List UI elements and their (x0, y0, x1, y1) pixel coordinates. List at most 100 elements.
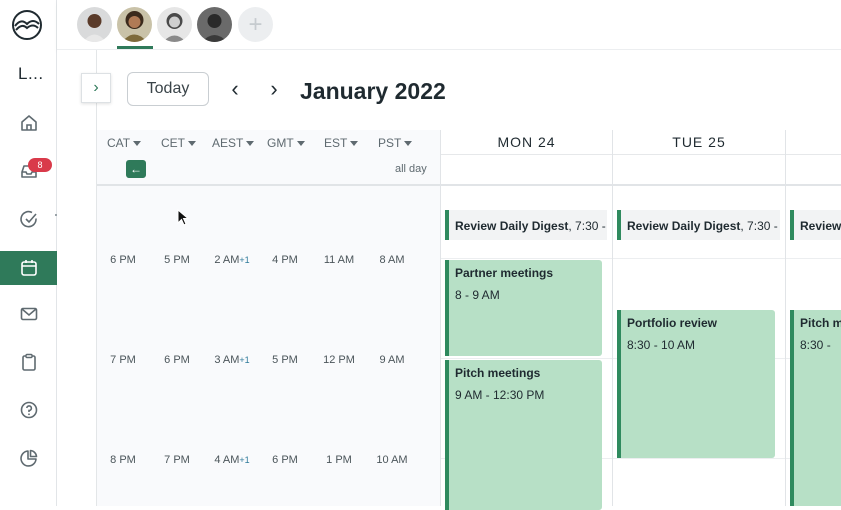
selected-avatar-indicator (117, 46, 153, 49)
event-time: , 7:30 - (568, 219, 606, 233)
collapsed-panel (57, 50, 97, 506)
event-title: Pitch meetings (455, 366, 541, 380)
event-pitch-meetings[interactable]: Pitch meetings 9 AM - 12:30 PM (445, 360, 602, 510)
expand-panel-button[interactable]: › (81, 73, 111, 103)
sidebar-item-help[interactable] (0, 393, 57, 427)
mouse-cursor-icon (177, 209, 190, 226)
event-review-daily-digest[interactable]: Review (790, 210, 841, 240)
avatar[interactable] (77, 7, 112, 42)
chevron-left-icon: ‹ (231, 76, 239, 101)
chevron-right-icon: › (270, 76, 278, 101)
calendar-view: › Today ‹ › January 2022 CAT CET AEST GM… (57, 50, 841, 510)
user-avatar-icon (157, 7, 192, 42)
day-header[interactable]: MON 24 (441, 134, 612, 150)
tz-time: 5 PM (164, 254, 190, 266)
timezone-panel: CAT CET AEST GMT EST PST ← all day 6 PM … (97, 130, 440, 506)
day-column-wed[interactable]: Review Pitch m 8:30 - (785, 130, 841, 506)
tz-header-label: GMT (267, 136, 294, 150)
plus-icon: + (248, 10, 263, 38)
tz-time: 4 AM+1 (202, 454, 262, 466)
month-title: January 2022 (300, 78, 446, 104)
tz-header-label: EST (324, 136, 348, 150)
tz-time: 5 PM (272, 354, 298, 366)
next-day-marker: +1 (239, 455, 250, 465)
tz-header-label: AEST (212, 136, 244, 150)
sidebar-item-clipboard[interactable] (0, 345, 57, 379)
event-time: 8:30 - (800, 338, 831, 352)
avatar[interactable] (157, 7, 192, 42)
event-portfolio-review[interactable]: Portfolio review 8:30 - 10 AM (617, 310, 775, 458)
tz-time-value: 4 AM (214, 454, 240, 466)
tz-time: 12 PM (323, 354, 355, 366)
event-time: , 7:30 - (740, 219, 778, 233)
caret-down-icon (404, 140, 413, 146)
today-button[interactable]: Today (127, 72, 209, 106)
hour-line (613, 458, 785, 459)
topbar: + (57, 0, 841, 50)
tz-time: 2 AM+1 (202, 254, 262, 266)
event-time: 9 AM - 12:30 PM (455, 388, 545, 402)
day-column-tue[interactable]: TUE 25 Review Daily Digest, 7:30 - Portf… (612, 130, 785, 506)
tz-header-cet[interactable]: CET (161, 136, 196, 150)
sidebar-item-inbox[interactable]: 8 (0, 154, 57, 188)
inbox-badge: 8 (28, 158, 52, 172)
tz-header-label: CAT (107, 136, 131, 150)
chevron-right-icon: › (93, 79, 99, 96)
divider (441, 184, 612, 186)
event-review-daily-digest[interactable]: Review Daily Digest, 7:30 - (617, 210, 780, 240)
day-header[interactable]: TUE 25 (613, 134, 785, 150)
collapse-timezones-button[interactable]: ← (126, 160, 146, 178)
event-time: 8:30 - 10 AM (627, 338, 696, 352)
sidebar: L... 8 (0, 0, 58, 506)
tz-time: 8 AM (379, 254, 405, 266)
hour-line (441, 358, 612, 359)
tz-header-pst[interactable]: PST (378, 136, 413, 150)
clipboard-icon (21, 353, 36, 371)
add-teammate-button[interactable]: + (238, 7, 273, 42)
workspace-name[interactable]: L... (18, 64, 44, 84)
tz-time: 7 PM (110, 354, 136, 366)
arrow-left-icon: ← (130, 162, 142, 176)
event-review-daily-digest[interactable]: Review Daily Digest, 7:30 - (445, 210, 607, 240)
sidebar-item-home[interactable] (0, 106, 57, 140)
divider (613, 184, 785, 186)
help-icon (20, 401, 37, 419)
all-day-cell[interactable] (441, 154, 612, 184)
tz-header-cat[interactable]: CAT (107, 136, 142, 150)
tz-time: 6 PM (164, 354, 190, 366)
day-column-mon[interactable]: MON 24 Review Daily Digest, 7:30 - Partn… (440, 130, 612, 510)
tz-time-value: 2 AM (214, 254, 240, 266)
caret-down-icon (246, 140, 255, 146)
caret-down-icon (133, 140, 142, 146)
tz-header-label: PST (378, 136, 402, 150)
tz-header-gmt[interactable]: GMT (267, 136, 305, 150)
sidebar-item-mail[interactable] (0, 297, 57, 331)
event-pitch-meetings[interactable]: Pitch m 8:30 - (790, 310, 841, 506)
all-day-cell[interactable] (613, 154, 785, 184)
next-week-button[interactable]: › (264, 76, 284, 101)
event-title: Partner meetings (455, 266, 554, 280)
mail-icon (20, 307, 37, 321)
home-icon (20, 115, 37, 131)
sidebar-item-calendar[interactable] (0, 251, 57, 285)
event-time: 8 - 9 AM (455, 288, 500, 302)
divider (786, 184, 841, 186)
all-day-cell[interactable] (786, 154, 841, 184)
prev-week-button[interactable]: ‹ (225, 76, 245, 101)
tz-time: 6 PM (110, 254, 136, 266)
tz-header-aest[interactable]: AEST (212, 136, 255, 150)
tz-time: 7 PM (164, 454, 190, 466)
tz-time-value: 3 AM (214, 354, 240, 366)
tz-header-est[interactable]: EST (324, 136, 359, 150)
tz-time: 6 PM (272, 454, 298, 466)
sidebar-item-tasks[interactable] (0, 202, 57, 236)
user-avatar-icon (117, 7, 152, 42)
sidebar-item-reports[interactable] (0, 441, 57, 475)
event-partner-meetings[interactable]: Partner meetings 8 - 9 AM (445, 260, 602, 356)
app-logo-icon[interactable] (11, 9, 43, 41)
avatar[interactable] (197, 7, 232, 42)
event-title: Review Daily Digest (627, 219, 741, 233)
caret-down-icon (188, 140, 196, 146)
event-title: Portfolio review (627, 316, 718, 330)
avatar-selected[interactable] (117, 7, 152, 42)
